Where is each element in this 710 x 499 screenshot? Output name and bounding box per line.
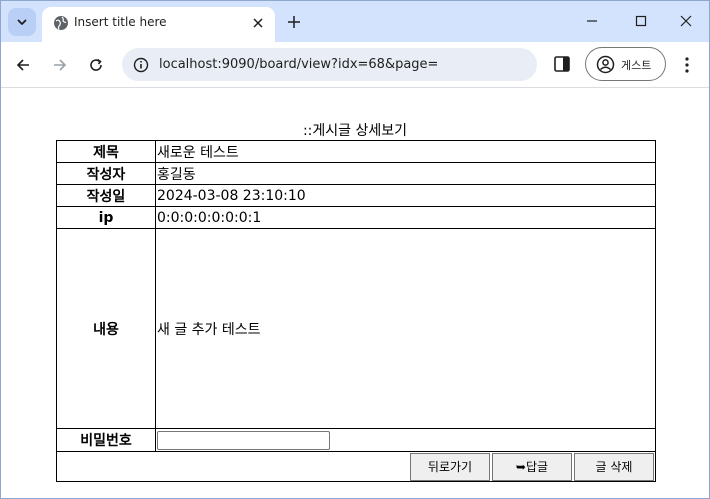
maximize-button[interactable] xyxy=(626,9,656,33)
minimize-icon xyxy=(587,20,597,22)
profile-icon xyxy=(596,55,615,74)
password-input[interactable] xyxy=(157,430,330,450)
address-bar[interactable]: localhost:9090/board/view?idx=68&page= xyxy=(122,48,537,81)
page-title: ::게시글 상세보기 xyxy=(302,123,408,139)
delete-button[interactable]: 글 삭제 xyxy=(574,453,654,481)
globe-icon xyxy=(54,16,68,30)
post-detail-table: 제목 새로운 테스트 작성자 홍길동 작성일 2024-03-08 23:10:… xyxy=(56,140,656,482)
reload-button[interactable] xyxy=(83,52,109,78)
more-vert-icon xyxy=(685,57,689,73)
ip-label: ip xyxy=(56,206,156,229)
chevron-down-icon xyxy=(17,19,27,25)
browser-menu-button[interactable] xyxy=(677,54,697,76)
site-info-button[interactable] xyxy=(131,55,150,74)
title-value: 새로운 테스트 xyxy=(155,140,656,163)
back-nav-button[interactable] xyxy=(10,52,36,78)
profile-label: 게스트 xyxy=(621,59,652,72)
password-row: 비밀번호 xyxy=(56,428,656,452)
writer-value: 홍길동 xyxy=(155,162,656,185)
title-row: 제목 새로운 테스트 xyxy=(56,140,656,163)
info-icon xyxy=(133,57,148,72)
forward-nav-button[interactable] xyxy=(47,52,73,78)
profile-button[interactable]: 게스트 xyxy=(585,47,666,81)
minimize-button[interactable] xyxy=(577,9,607,33)
tab-search-button[interactable] xyxy=(8,8,36,36)
date-label: 작성일 xyxy=(56,184,156,207)
ip-row: ip 0:0:0:0:0:0:0:1 xyxy=(56,206,656,229)
maximize-icon xyxy=(635,15,647,27)
content-label: 내용 xyxy=(56,228,156,429)
back-button[interactable]: 뒤로가기 xyxy=(410,453,490,481)
reload-icon xyxy=(90,58,102,71)
button-cell: 뒤로가기 ➥답글 글 삭제 xyxy=(56,451,656,482)
date-row: 작성일 2024-03-08 23:10:10 xyxy=(56,184,656,207)
close-icon xyxy=(680,15,692,27)
writer-label: 작성자 xyxy=(56,162,156,185)
active-tab[interactable]: Insert title here xyxy=(42,7,275,42)
tab-title: Insert title here xyxy=(74,15,167,29)
password-cell xyxy=(155,428,656,452)
page-content: ::게시글 상세보기 제목 새로운 테스트 작성자 홍길동 작성일 2024-0… xyxy=(1,89,709,498)
reply-button[interactable]: ➥답글 xyxy=(492,453,572,481)
arrow-left-icon xyxy=(16,59,29,71)
ip-value: 0:0:0:0:0:0:0:1 xyxy=(155,206,656,229)
writer-row: 작성자 홍길동 xyxy=(56,162,656,185)
plus-icon xyxy=(288,16,300,28)
close-icon xyxy=(253,18,263,28)
date-value: 2024-03-08 23:10:10 xyxy=(155,184,656,207)
button-row: 뒤로가기 ➥답글 글 삭제 xyxy=(56,451,656,482)
browser-window: Insert title here localhost:9090/board/v… xyxy=(0,0,710,499)
arrow-right-icon xyxy=(54,59,67,71)
content-value: 새 글 추가 테스트 xyxy=(155,228,656,429)
browser-toolbar: localhost:9090/board/view?idx=68&page= 게… xyxy=(1,42,709,88)
content-row: 내용 새 글 추가 테스트 xyxy=(56,228,656,429)
title-label: 제목 xyxy=(56,140,156,163)
tab-close-button[interactable] xyxy=(249,14,267,32)
close-window-button[interactable] xyxy=(671,9,701,33)
new-tab-button[interactable] xyxy=(283,11,305,33)
tab-strip: Insert title here xyxy=(1,1,709,42)
url-text[interactable]: localhost:9090/board/view?idx=68&page= xyxy=(159,57,438,72)
side-panel-icon[interactable] xyxy=(553,55,571,73)
password-label: 비밀번호 xyxy=(56,428,156,452)
